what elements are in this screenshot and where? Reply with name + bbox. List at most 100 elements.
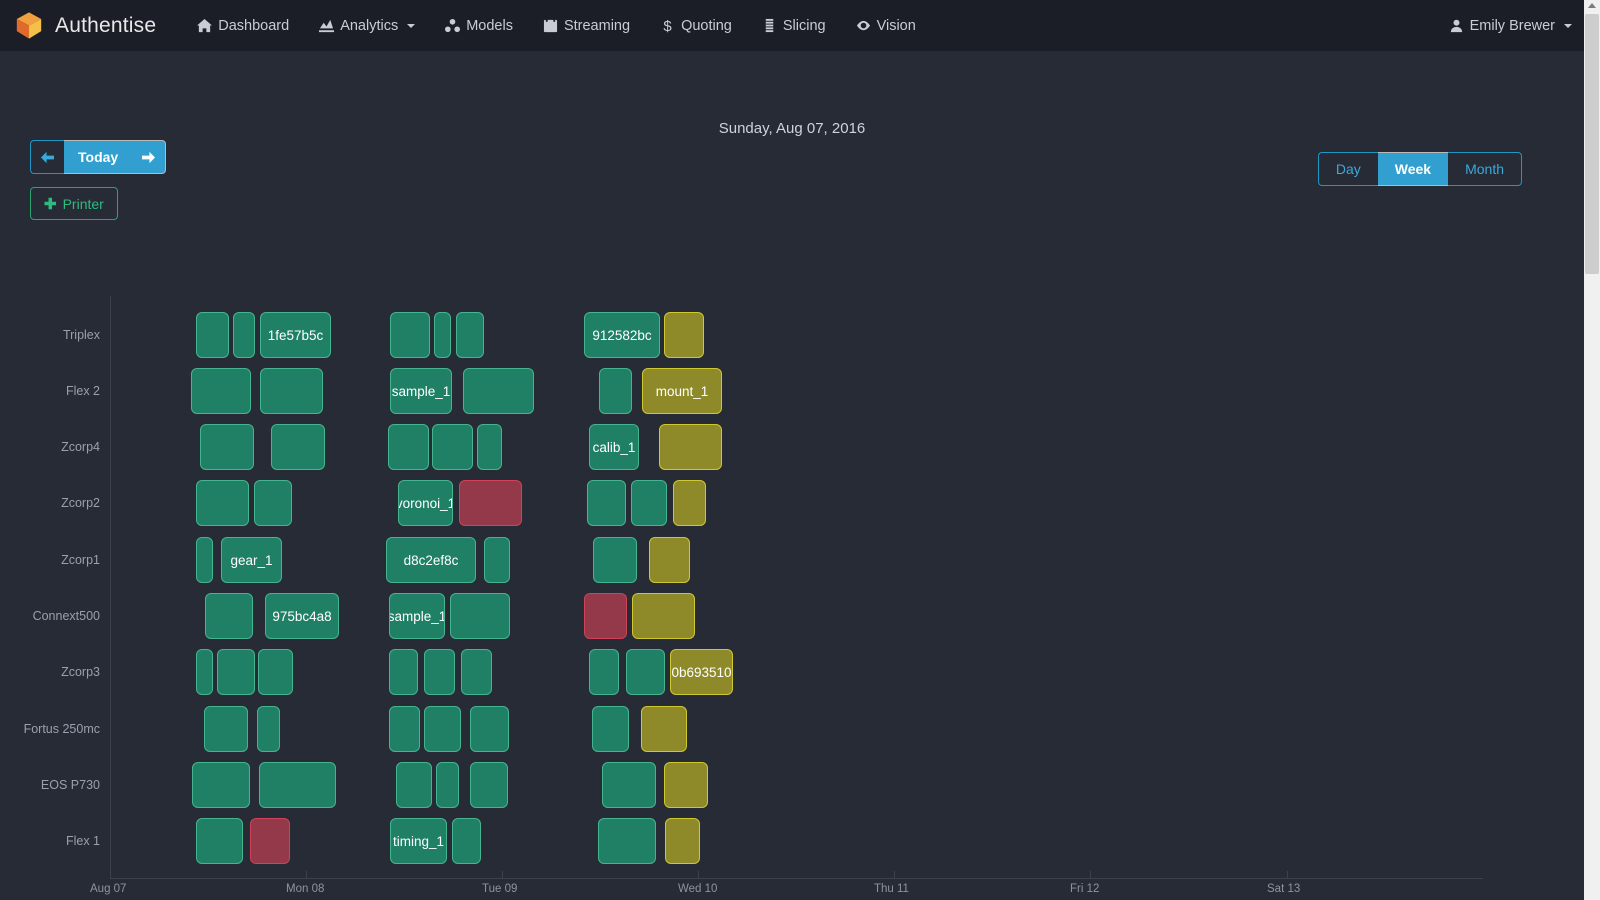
- job-block[interactable]: [470, 706, 509, 752]
- job-block[interactable]: 912582bc: [584, 312, 660, 358]
- job-block[interactable]: [598, 818, 656, 864]
- job-block[interactable]: [390, 312, 430, 358]
- nav-item-slicing[interactable]: Slicing: [747, 0, 841, 51]
- job-block[interactable]: 1fe57b5c: [260, 312, 331, 358]
- job-block[interactable]: [192, 762, 250, 808]
- job-block[interactable]: [593, 537, 637, 583]
- top-navbar: Authentise Dashboard Analytics Models St…: [0, 0, 1600, 51]
- job-block[interactable]: [196, 649, 213, 695]
- job-block[interactable]: [599, 368, 632, 414]
- job-block[interactable]: [389, 649, 418, 695]
- job-block[interactable]: [470, 762, 508, 808]
- job-block[interactable]: [250, 818, 290, 864]
- nav-links: Dashboard Analytics Models Streaming $ Q…: [182, 0, 931, 51]
- job-block[interactable]: [196, 312, 229, 358]
- nav-item-dashboard[interactable]: Dashboard: [182, 0, 304, 51]
- job-block[interactable]: [200, 424, 254, 470]
- job-block[interactable]: [641, 706, 687, 752]
- job-block[interactable]: [452, 818, 481, 864]
- today-button[interactable]: Today: [64, 140, 133, 174]
- view-button-month[interactable]: Month: [1448, 152, 1522, 186]
- job-block[interactable]: [436, 762, 459, 808]
- job-block[interactable]: gear_1: [221, 537, 282, 583]
- job-block[interactable]: [589, 649, 619, 695]
- nav-item-streaming[interactable]: Streaming: [528, 0, 645, 51]
- scroll-up-icon[interactable]: [1588, 3, 1596, 8]
- job-block[interactable]: 0b693510: [670, 649, 733, 695]
- view-button-day[interactable]: Day: [1317, 152, 1378, 186]
- view-button-week[interactable]: Week: [1377, 152, 1449, 186]
- job-block[interactable]: timing_1: [390, 818, 447, 864]
- job-block[interactable]: [424, 706, 461, 752]
- job-block[interactable]: [257, 706, 280, 752]
- job-block[interactable]: [632, 593, 695, 639]
- user-menu[interactable]: Emily Brewer: [1443, 0, 1578, 51]
- job-block[interactable]: [396, 762, 432, 808]
- job-block[interactable]: [461, 649, 492, 695]
- job-block[interactable]: [602, 762, 656, 808]
- brand[interactable]: Authentise: [14, 10, 182, 41]
- job-block[interactable]: [463, 368, 534, 414]
- chevron-down-icon: [407, 23, 416, 28]
- job-block[interactable]: 975bc4a8: [265, 593, 339, 639]
- job-block[interactable]: [271, 424, 325, 470]
- job-block[interactable]: [477, 424, 502, 470]
- job-block[interactable]: [450, 593, 510, 639]
- add-printer-button[interactable]: ✚ Printer: [30, 187, 118, 220]
- job-block[interactable]: [254, 480, 292, 526]
- calendar-icon: [543, 18, 558, 33]
- job-block[interactable]: [259, 762, 336, 808]
- x-axis-tick-label: Aug 07: [90, 883, 127, 895]
- nav-item-analytics[interactable]: Analytics: [304, 0, 430, 51]
- nav-item-quoting[interactable]: $ Quoting: [645, 0, 747, 51]
- job-block[interactable]: [388, 424, 429, 470]
- job-block[interactable]: sample_1: [390, 368, 452, 414]
- job-block[interactable]: calib_1: [589, 424, 639, 470]
- job-block[interactable]: [587, 480, 626, 526]
- nav-label: Dashboard: [218, 17, 290, 34]
- job-block[interactable]: [584, 593, 627, 639]
- job-block[interactable]: [389, 706, 420, 752]
- job-block[interactable]: [196, 537, 213, 583]
- job-block[interactable]: [673, 480, 706, 526]
- job-block[interactable]: d8c2ef8c: [386, 537, 476, 583]
- job-block[interactable]: [258, 649, 293, 695]
- job-block[interactable]: [664, 762, 708, 808]
- job-block[interactable]: [432, 424, 473, 470]
- job-block[interactable]: [424, 649, 455, 695]
- job-block[interactable]: [664, 312, 704, 358]
- scroll-thumb[interactable]: [1585, 14, 1599, 274]
- job-block[interactable]: [217, 649, 255, 695]
- job-block[interactable]: sample_1: [389, 593, 445, 639]
- prev-period-button[interactable]: [30, 140, 64, 174]
- nav-item-vision[interactable]: Vision: [841, 0, 931, 51]
- job-block[interactable]: [659, 424, 722, 470]
- job-block[interactable]: [631, 480, 667, 526]
- job-block[interactable]: [456, 312, 484, 358]
- x-axis-tick: [502, 871, 503, 879]
- job-block[interactable]: [434, 312, 451, 358]
- job-block[interactable]: [626, 649, 665, 695]
- job-block[interactable]: [196, 818, 243, 864]
- job-block[interactable]: [191, 368, 251, 414]
- job-block[interactable]: [592, 706, 629, 752]
- job-block[interactable]: [665, 818, 700, 864]
- job-block[interactable]: mount_1: [642, 368, 722, 414]
- job-block[interactable]: [649, 537, 690, 583]
- nav-label: Quoting: [681, 17, 732, 34]
- job-block[interactable]: [260, 368, 323, 414]
- job-block[interactable]: [484, 537, 510, 583]
- job-block[interactable]: voronoi_1: [398, 480, 453, 526]
- chart-icon: [319, 19, 335, 33]
- job-block[interactable]: [204, 706, 248, 752]
- page-scrollbar[interactable]: [1584, 0, 1600, 900]
- arrow-left-icon: [41, 151, 54, 163]
- job-block[interactable]: [196, 480, 249, 526]
- nav-item-models[interactable]: Models: [430, 0, 528, 51]
- job-block[interactable]: [205, 593, 253, 639]
- plus-icon: ✚: [44, 195, 57, 213]
- job-block[interactable]: [233, 312, 255, 358]
- job-block[interactable]: [459, 480, 522, 526]
- next-period-button[interactable]: [132, 140, 167, 174]
- home-icon: [197, 18, 213, 33]
